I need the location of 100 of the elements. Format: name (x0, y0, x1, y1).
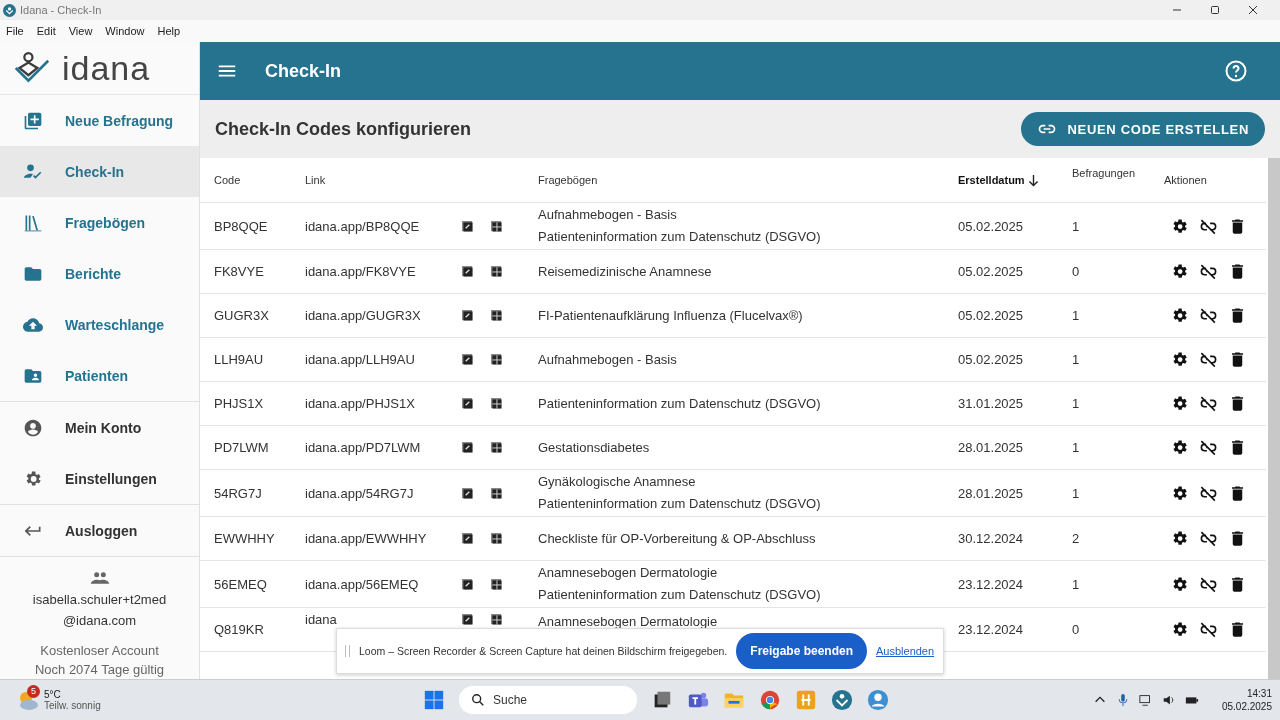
account-email: @idana.com (62, 612, 137, 630)
link-text[interactable]: idana.app/BP8QQE (305, 218, 420, 234)
table-cell-text: GUGR3X (213, 308, 270, 323)
link-off-icon[interactable] (1199, 529, 1218, 548)
add-box-icon (23, 110, 43, 131)
account-email: isabella.schuler+t2med (32, 591, 167, 609)
start-icon[interactable] (423, 689, 445, 711)
table-cell-text: 2 (1072, 531, 1081, 546)
sidebar-item[interactable]: Patienten (0, 350, 199, 401)
grid-icon[interactable] (491, 614, 502, 625)
sort-arrow-icon (1027, 173, 1039, 187)
grid-icon[interactable] (491, 310, 502, 321)
grid-icon[interactable] (491, 266, 502, 277)
link-text[interactable]: idana.app/FK8VYE (305, 264, 416, 279)
sidebar-item[interactable]: Check-In (0, 146, 199, 197)
link-off-icon[interactable] (1199, 620, 1218, 639)
network-icon[interactable] (1138, 693, 1153, 707)
sidebar-item[interactable]: Mein Konto (0, 402, 199, 453)
link-off-icon[interactable] (1199, 394, 1218, 413)
chain-square-icon[interactable] (462, 442, 473, 453)
menu-item[interactable]: Help (157, 25, 181, 37)
chain-square-icon[interactable] (462, 220, 473, 232)
grid-icon[interactable] (491, 533, 502, 544)
chain-square-icon[interactable] (462, 533, 473, 544)
table-cell-text: 31.01.2025 (958, 396, 1025, 411)
drag-handle-icon[interactable] (345, 645, 350, 657)
notification-badge: 5 (27, 685, 40, 698)
sidebar-item[interactable]: Fragebögen (0, 197, 199, 248)
window-title: Idana - Check-In (20, 4, 102, 16)
link-text[interactable]: idana.app/EWWHHY (305, 531, 427, 546)
table-cell-text: 05.02.2025 (958, 352, 1025, 367)
clock-time[interactable]: 14:31 (1246, 687, 1272, 700)
menu-item[interactable]: File (6, 25, 24, 37)
app-logo-icon (3, 3, 16, 17)
menu-item[interactable]: View (68, 25, 93, 37)
grid-icon[interactable] (491, 578, 502, 590)
column-header[interactable]: Erstelldatum (958, 173, 1072, 187)
table-cell-text: PD7LWM (213, 440, 270, 455)
search-icon (471, 693, 485, 707)
sidebar-item[interactable]: Ausloggen (0, 505, 199, 556)
link-off-icon[interactable] (1199, 306, 1218, 325)
grid-icon[interactable] (491, 354, 502, 365)
speaker-icon[interactable] (1161, 693, 1176, 707)
chain-square-icon[interactable] (462, 614, 473, 625)
app-logo-icon[interactable] (831, 689, 853, 711)
link-text[interactable]: idana.app/56EMEQ (305, 576, 419, 592)
link-text[interactable]: idana.app/54RG7J (305, 485, 414, 501)
grid-icon[interactable] (491, 487, 502, 499)
grid-icon[interactable] (491, 398, 502, 409)
link-off-icon[interactable] (1199, 262, 1218, 281)
close-icon[interactable] (1248, 5, 1258, 15)
sidebar-item[interactable]: Berichte (0, 248, 199, 299)
column-header[interactable]: Fragebögen (538, 174, 958, 186)
table-cell-text: 28.01.2025 (958, 485, 1025, 501)
link-off-icon[interactable] (1199, 350, 1218, 369)
questionnaire-name: Patienteninformation zum Datenschutz (DSGVO) (538, 228, 822, 246)
chain-square-icon[interactable] (462, 487, 473, 499)
link-text[interactable]: idana (305, 612, 337, 627)
sidebar-item[interactable]: Einstellungen (0, 453, 199, 504)
column-header[interactable]: Aktionen (1164, 174, 1207, 186)
link-text[interactable]: idana.app/GUGR3X (305, 308, 421, 323)
questionnaire-name: FI-Patientenaufklärung Influenza (Flucelvax®) (538, 306, 804, 325)
table-cell-text: 1 (1072, 396, 1081, 411)
clock-date[interactable]: 05.02.2025 (1221, 700, 1272, 713)
grid-icon[interactable] (491, 220, 502, 232)
link-text[interactable]: idana.app/PHJS1X (305, 396, 415, 411)
people-icon (89, 571, 110, 585)
link-icon (1037, 124, 1058, 134)
link-text[interactable]: idana.app/LLH9AU (305, 352, 415, 367)
chain-square-icon[interactable] (462, 354, 473, 365)
column-header[interactable]: Code (200, 174, 305, 186)
browser-icon[interactable] (759, 689, 781, 711)
search-field[interactable]: Suche (459, 686, 637, 714)
header-title: Check-In (265, 60, 342, 82)
link-off-icon[interactable] (1199, 438, 1218, 457)
menu-item[interactable]: Window (105, 25, 145, 37)
new-code-button[interactable]: NEUEN CODE ERSTELLEN (1021, 112, 1265, 146)
hide-link[interactable]: Ausblenden (876, 645, 935, 657)
stop-sharing-button[interactable]: Freigabe beenden (736, 633, 867, 669)
table-cell-text: Q819KR (213, 622, 265, 637)
link-text[interactable]: idana.app/PD7LWM (305, 440, 421, 455)
column-header[interactable]: Befragungen (1072, 167, 1164, 179)
sidebar-item[interactable]: Neue Befragung (0, 95, 199, 146)
person-app-icon[interactable] (867, 689, 889, 711)
microphone-icon[interactable] (1115, 693, 1130, 707)
scrollbar[interactable] (1268, 158, 1280, 679)
chain-square-icon[interactable] (462, 266, 473, 277)
table-cell-text: BP8QQE (213, 218, 269, 234)
chain-square-icon[interactable] (462, 578, 473, 590)
maximize-icon[interactable] (1210, 5, 1220, 15)
table-cell-text: 05.02.2025 (958, 218, 1025, 234)
sidebar-item[interactable]: Warteschlange (0, 299, 199, 350)
menu-item[interactable]: Edit (36, 25, 56, 37)
app-tile-icon[interactable] (795, 689, 817, 711)
column-header[interactable]: Link (305, 174, 538, 186)
chain-square-icon[interactable] (462, 310, 473, 321)
help-icon[interactable] (1224, 59, 1248, 83)
grid-icon[interactable] (491, 442, 502, 453)
table-cell-text: 05.02.2025 (958, 308, 1025, 323)
chain-square-icon[interactable] (462, 398, 473, 409)
